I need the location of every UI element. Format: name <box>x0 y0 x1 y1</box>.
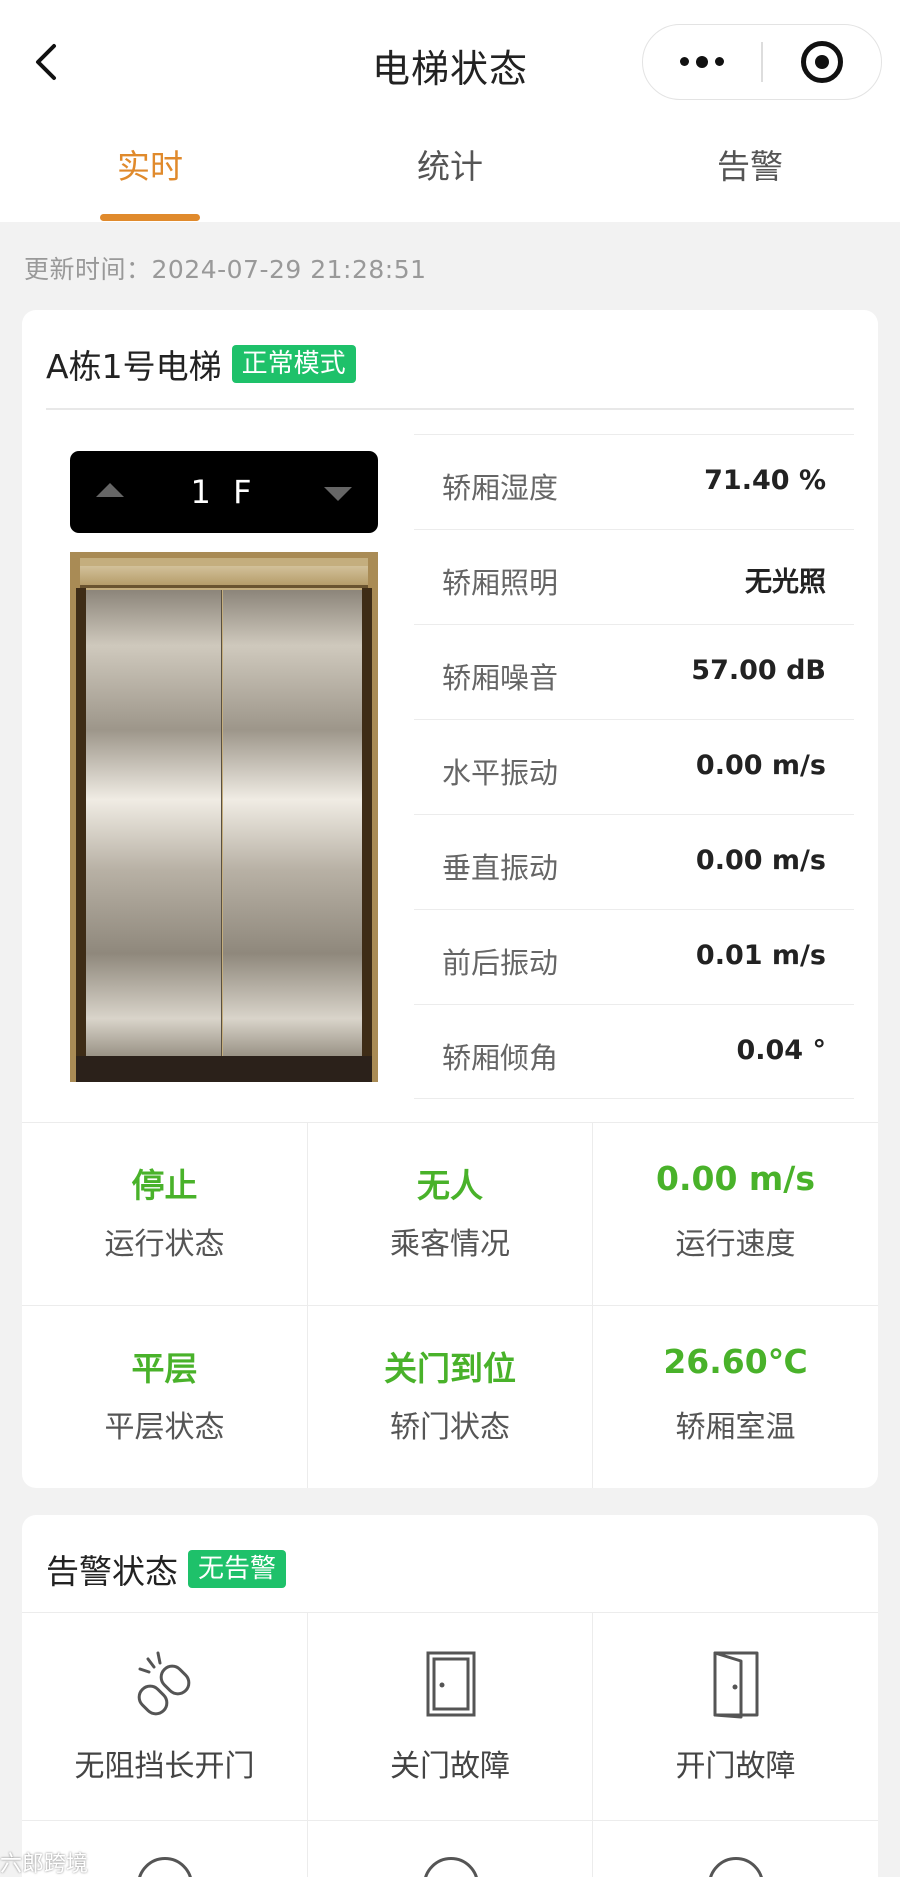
elevator-name: A栋1号电梯 <box>46 347 222 386</box>
mode-badge: 正常模式 <box>231 345 356 383</box>
status-cell-temperature: 26.60℃ 轿厢室温 <box>592 1305 878 1488</box>
metric-label: 轿厢湿度 <box>442 471 559 505</box>
alarm-label: 开门故障 <box>675 1749 796 1784</box>
watermark-text: 六郎跨境 <box>0 1852 89 1877</box>
watermark: 六郎跨境 <box>0 1846 88 1877</box>
metric-row: 轿厢倾角 0.04 ° <box>414 1004 854 1099</box>
metric-label: 水平振动 <box>442 756 559 790</box>
alarm-badge: 无告警 <box>188 1550 287 1588</box>
status-label: 轿门状态 <box>390 1410 510 1445</box>
alarm-item[interactable] <box>307 1820 592 1877</box>
alarm-label: 无阻挡长开门 <box>74 1749 255 1784</box>
arrow-down-icon <box>324 487 352 501</box>
alarm-grid: 无阻挡长开门 关门故障 开门故障 <box>22 1612 878 1877</box>
more-options-icon[interactable] <box>643 25 761 98</box>
status-label: 运行状态 <box>104 1227 225 1262</box>
metric-value: 无光照 <box>745 567 826 598</box>
metrics-list: 轿厢湿度 71.40 % 轿厢照明 无光照 轿厢噪音 57.00 dB 水平振动… <box>414 434 854 1099</box>
status-value: 0.00 m/s <box>656 1159 815 1198</box>
metric-value: 57.00 dB <box>691 655 826 686</box>
open-door-icon <box>713 1651 759 1719</box>
elevator-door-image <box>70 552 378 1082</box>
alarm-item[interactable] <box>592 1820 878 1877</box>
status-value: 关门到位 <box>384 1349 516 1388</box>
alarm-icon <box>423 1857 479 1877</box>
status-label: 运行速度 <box>675 1227 796 1262</box>
close-mini-program-icon[interactable] <box>763 25 881 98</box>
active-tab-indicator <box>100 214 200 221</box>
status-label: 平层状态 <box>104 1410 225 1445</box>
header: 电梯状态 实时 统计 告警 <box>0 0 900 222</box>
metric-label: 垂直振动 <box>442 851 559 885</box>
status-cell-passenger: 无人 乘客情况 <box>307 1122 592 1305</box>
tab-realtime[interactable]: 实时 <box>0 140 300 222</box>
alarm-label: 关门故障 <box>390 1749 510 1784</box>
tab-bar: 实时 统计 告警 <box>0 140 900 222</box>
alarm-icon <box>137 1857 193 1877</box>
metric-label: 轿厢照明 <box>442 566 559 600</box>
status-value: 平层 <box>131 1349 198 1388</box>
status-cell-leveling: 平层 平层状态 <box>22 1305 307 1488</box>
alarm-card: 告警状态 无告警 无阻挡长开门 关门故障 开门故障 <box>22 1515 878 1877</box>
metric-value: 0.01 m/s <box>695 940 826 971</box>
status-grid: 停止 运行状态 无人 乘客情况 0.00 m/s 运行速度 平层 平层状态 关门… <box>22 1122 878 1488</box>
metric-label: 轿厢倾角 <box>442 1041 559 1075</box>
alarm-icon <box>708 1857 764 1877</box>
elevator-card: A栋1号电梯 正常模式 1 F 轿厢湿度 71.40 % 轿厢照明 无光照 轿厢… <box>22 310 878 1488</box>
metric-row: 水平振动 0.00 m/s <box>414 719 854 814</box>
alarm-item[interactable]: 无阻挡长开门 <box>22 1612 307 1820</box>
broken-link-icon <box>137 1651 191 1716</box>
metric-label: 前后振动 <box>442 946 559 980</box>
update-time: 更新时间：2024-07-29 21:28:51 <box>24 255 427 284</box>
tab-alarms[interactable]: 告警 <box>600 140 900 222</box>
status-value: 无人 <box>417 1166 483 1205</box>
tab-alarms-label: 告警 <box>717 147 783 186</box>
metric-value: 0.00 m/s <box>695 750 826 781</box>
alarm-card-header: 告警状态 无告警 <box>46 1545 287 1593</box>
tab-realtime-label: 实时 <box>117 147 183 186</box>
status-value: 26.60℃ <box>663 1342 808 1381</box>
metric-row: 轿厢噪音 57.00 dB <box>414 624 854 719</box>
metric-row: 轿厢湿度 71.40 % <box>414 434 854 529</box>
metric-row: 前后振动 0.01 m/s <box>414 909 854 1004</box>
mini-program-capsule <box>642 24 882 100</box>
closed-door-icon <box>426 1651 476 1717</box>
metric-value: 0.00 m/s <box>695 845 826 876</box>
alarm-item[interactable]: 关门故障 <box>307 1612 592 1820</box>
metric-row: 垂直振动 0.00 m/s <box>414 814 854 909</box>
alarm-title: 告警状态 <box>46 1552 178 1591</box>
status-cell-run-state: 停止 运行状态 <box>22 1122 307 1305</box>
status-value: 停止 <box>131 1166 198 1205</box>
status-label: 轿厢室温 <box>675 1410 796 1445</box>
status-cell-car-door: 关门到位 轿门状态 <box>307 1305 592 1488</box>
floor-indicator: 1 F <box>70 451 378 533</box>
status-cell-speed: 0.00 m/s 运行速度 <box>592 1122 878 1305</box>
metric-label: 轿厢噪音 <box>442 661 559 695</box>
tab-statistics-label: 统计 <box>417 147 483 186</box>
metric-value: 0.04 ° <box>736 1035 826 1066</box>
alarm-item[interactable]: 开门故障 <box>592 1612 878 1820</box>
divider <box>46 408 854 410</box>
metric-row: 轿厢照明 无光照 <box>414 529 854 624</box>
metric-value: 71.40 % <box>704 465 826 496</box>
tab-statistics[interactable]: 统计 <box>300 140 600 222</box>
elevator-card-header: A栋1号电梯 正常模式 <box>46 340 356 388</box>
status-label: 乘客情况 <box>390 1227 510 1262</box>
